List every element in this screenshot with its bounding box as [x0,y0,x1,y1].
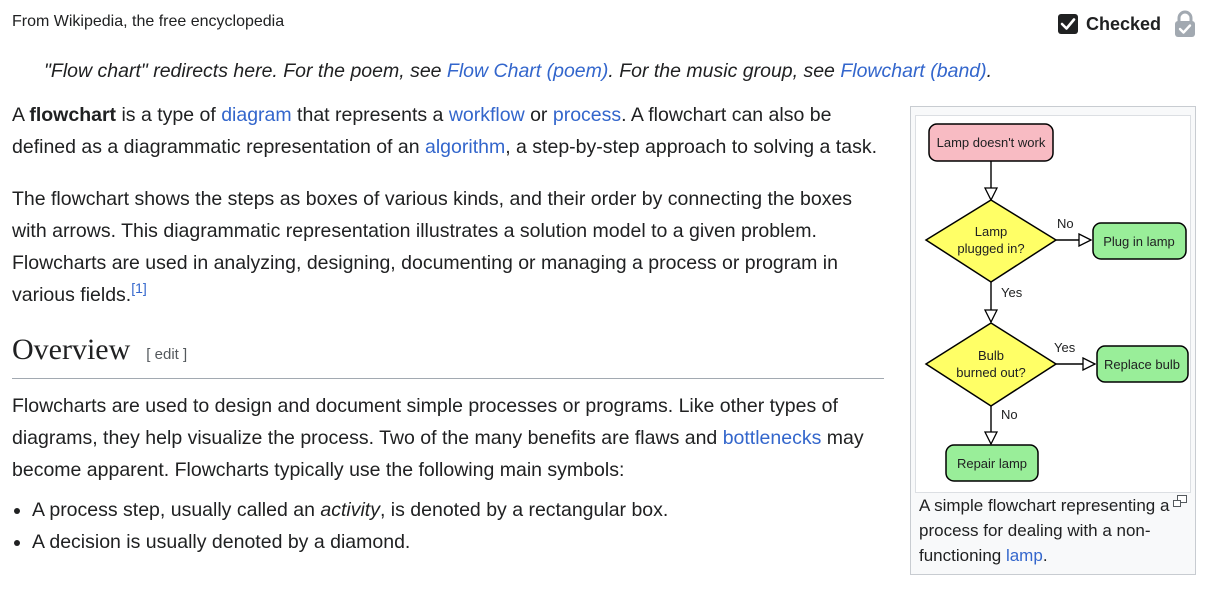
link-lamp[interactable]: lamp [1006,546,1043,565]
edge-label-no: No [1057,216,1074,231]
hatnote-link-band[interactable]: Flowchart (band) [840,60,986,82]
edge-label-yes: Yes [1001,285,1023,300]
figure-thumbnail: Lamp doesn't work Lamp plugged in? No Ye… [910,106,1196,575]
link-process[interactable]: process [553,104,621,126]
node-start-label: Lamp doesn't work [937,135,1046,150]
link-diagram[interactable]: diagram [221,104,291,126]
flowchart-image[interactable]: Lamp doesn't work Lamp plugged in? No Ye… [915,115,1191,493]
node-repair-lamp-label: Repair lamp [957,456,1027,471]
section-heading-overview: Overview [ edit ] [12,331,884,379]
text: Flowcharts are used to design and docume… [12,395,838,449]
checked-label: Checked [1085,13,1161,34]
emphasis: activity [320,499,380,521]
figure-caption: A simple flowchart representing a proces… [919,493,1189,568]
checked-status[interactable]: Checked [1057,10,1197,38]
flowchart-diagram: Lamp doesn't work Lamp plugged in? No Ye… [924,123,1189,482]
text: A decision is usually denoted by a diamo… [32,531,411,553]
text: A [12,104,30,126]
link-bottlenecks[interactable]: bottlenecks [723,427,822,449]
overview-paragraph: Flowcharts are used to design and docume… [12,390,884,486]
link-algorithm[interactable]: algorithm [425,136,505,158]
text: . [1042,546,1048,565]
edit-section-link[interactable]: [ edit ] [146,339,187,371]
text: , a step-by-step approach to solving a t… [505,136,877,158]
edge-label-yes: Yes [1054,340,1076,355]
decision-bulb-line2: burned out? [956,365,1025,380]
intro-paragraph-1: A flowchart is a type of diagram that re… [12,99,884,163]
bold-term: flowchart [29,104,117,126]
decision-plugged-line2: plugged in? [957,241,1024,256]
decision-bulb-line1: Bulb [978,348,1004,363]
text: A process step, usually called an [32,499,321,521]
checkbox-checked-icon [1057,14,1078,34]
hatnote-suffix: . [986,60,993,82]
text: , is denoted by a rectangular box. [379,499,669,521]
tagline: From Wikipedia, the free encyclopedia [12,13,285,30]
article-content: A flowchart is a type of diagram that re… [12,99,884,558]
section-title: Overview [12,333,131,366]
intro-paragraph-2: The flowchart shows the steps as boxes o… [12,183,884,311]
list-item: A decision is usually denoted by a diamo… [32,526,884,558]
node-replace-bulb-label: Replace bulb [1104,357,1180,372]
node-plug-in-label: Plug in lamp [1103,234,1175,249]
lock-icon [1175,10,1195,37]
decision-plugged-line1: Lamp [975,224,1008,239]
hatnote-prefix: "Flow chart" redirects here. For the poe… [44,60,447,82]
link-workflow[interactable]: workflow [449,104,525,126]
hatnote-middle: . For the music group, see [608,60,841,82]
text: is a type of [116,104,222,126]
text: or [524,104,553,126]
list-item: A process step, usually called an activi… [32,494,884,526]
hatnote-link-poem[interactable]: Flow Chart (poem) [447,60,608,82]
symbol-list: A process step, usually called an activi… [12,494,884,558]
text: that represents a [291,104,449,126]
edge-label-no: No [1001,407,1018,422]
reference-link[interactable]: [1] [131,280,147,296]
hatnote: "Flow chart" redirects here. For the poe… [44,60,992,83]
